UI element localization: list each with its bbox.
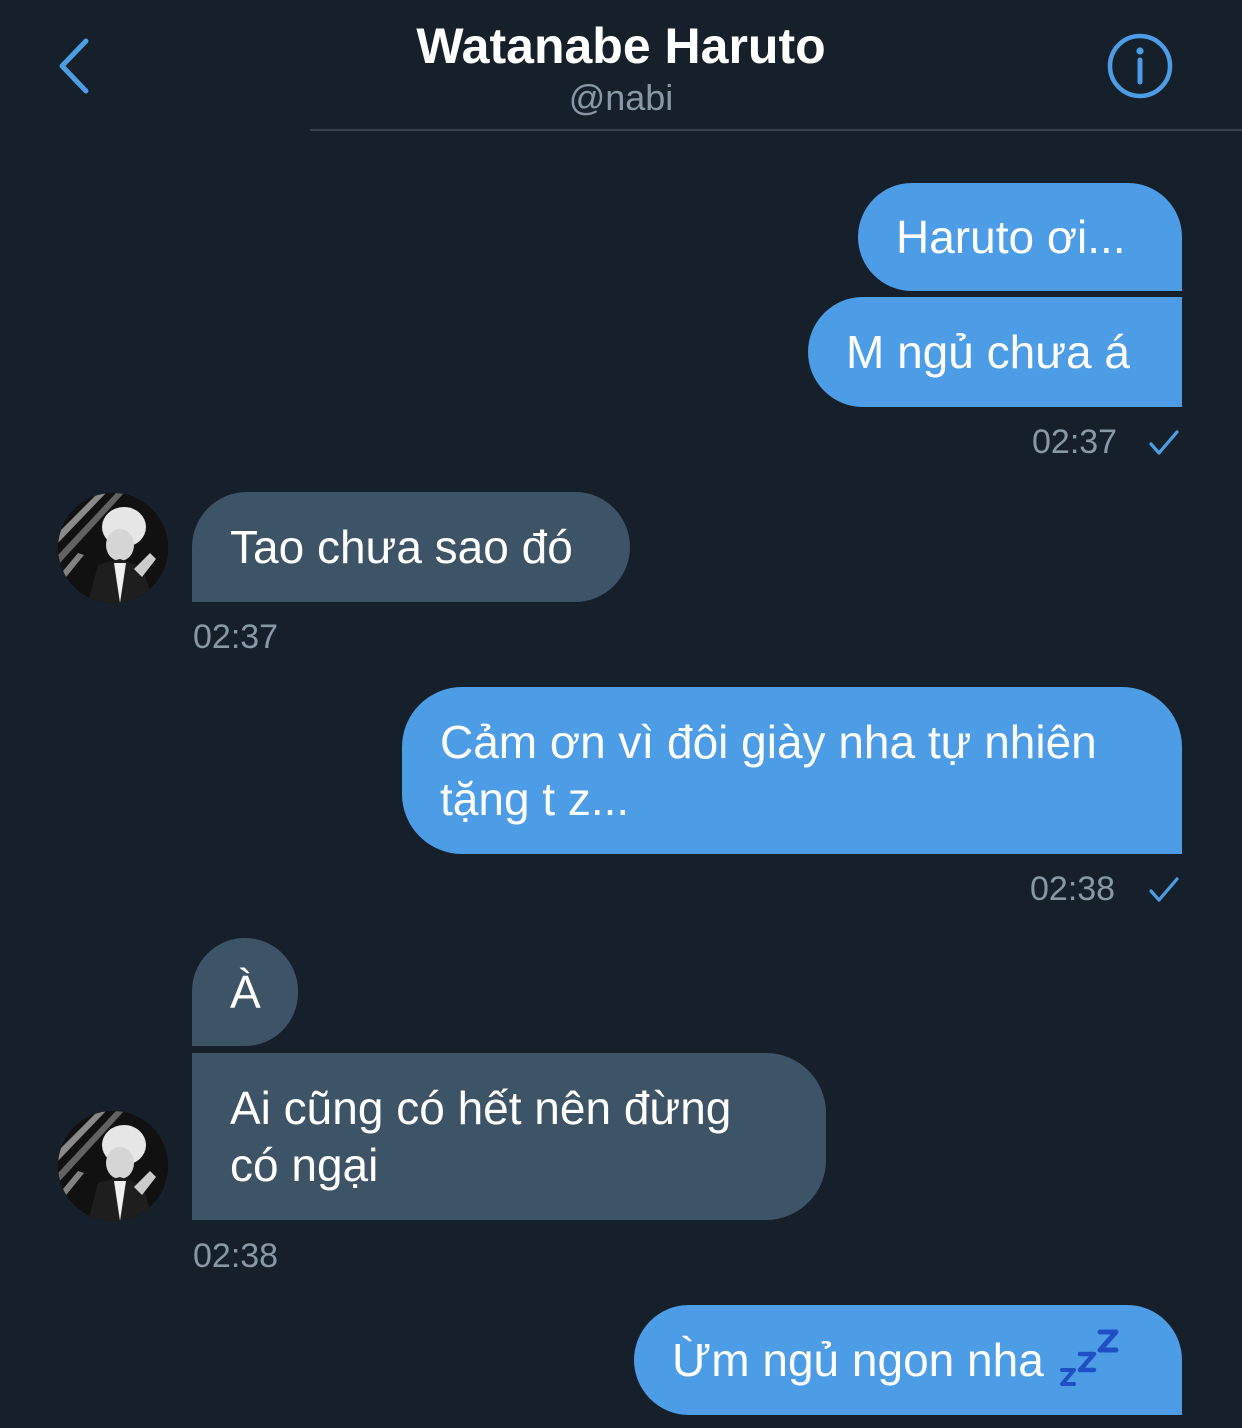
conversation-header: Watanabe Haruto @nabi (0, 0, 1242, 132)
contact-handle[interactable]: @nabi (0, 76, 1242, 120)
message-text: À (230, 965, 261, 1018)
message-bubble-outgoing[interactable]: Haruto ơi... (858, 183, 1182, 291)
message-text: Ai cũng có hết nên đừng có ngại (230, 1081, 732, 1191)
info-icon (1107, 33, 1173, 99)
read-checkmark-icon (1149, 877, 1179, 902)
message-text: Haruto ơi... (896, 210, 1126, 263)
read-checkmark-icon (1149, 430, 1179, 455)
info-button[interactable] (1106, 32, 1174, 100)
message-timestamp: 02:37 (1032, 423, 1118, 461)
message-text: M ngủ chưa á (846, 325, 1130, 378)
message-text: Cảm ơn vì đôi giày nha tự nhiên tặng t z… (440, 715, 1097, 825)
sleeping-zzz-icon (1059, 1329, 1119, 1386)
message-bubble-outgoing[interactable]: Cảm ơn vì đôi giày nha tự nhiên tặng t z… (402, 687, 1182, 854)
message-bubble-incoming[interactable]: À (192, 938, 298, 1046)
contact-avatar[interactable] (58, 1111, 168, 1221)
contact-name[interactable]: Watanabe Haruto (0, 16, 1242, 76)
message-bubble-outgoing[interactable]: M ngủ chưa á (808, 297, 1182, 407)
message-timestamp: 02:38 (1030, 870, 1116, 908)
message-bubble-outgoing[interactable]: Ừm ngủ ngon nha (634, 1305, 1182, 1415)
message-bubble-incoming[interactable]: Tao chưa sao đó (192, 492, 630, 602)
contact-avatar[interactable] (58, 493, 168, 603)
avatar-photo (58, 1111, 168, 1221)
message-timestamp: 02:38 (193, 1237, 279, 1275)
message-timestamp: 02:37 (193, 618, 279, 656)
header-divider (310, 129, 1242, 131)
message-text: Tao chưa sao đó (230, 520, 573, 573)
message-text: Ừm ngủ ngon nha (672, 1333, 1044, 1386)
avatar-photo (58, 493, 168, 603)
message-bubble-incoming[interactable]: Ai cũng có hết nên đừng có ngại (192, 1053, 826, 1220)
